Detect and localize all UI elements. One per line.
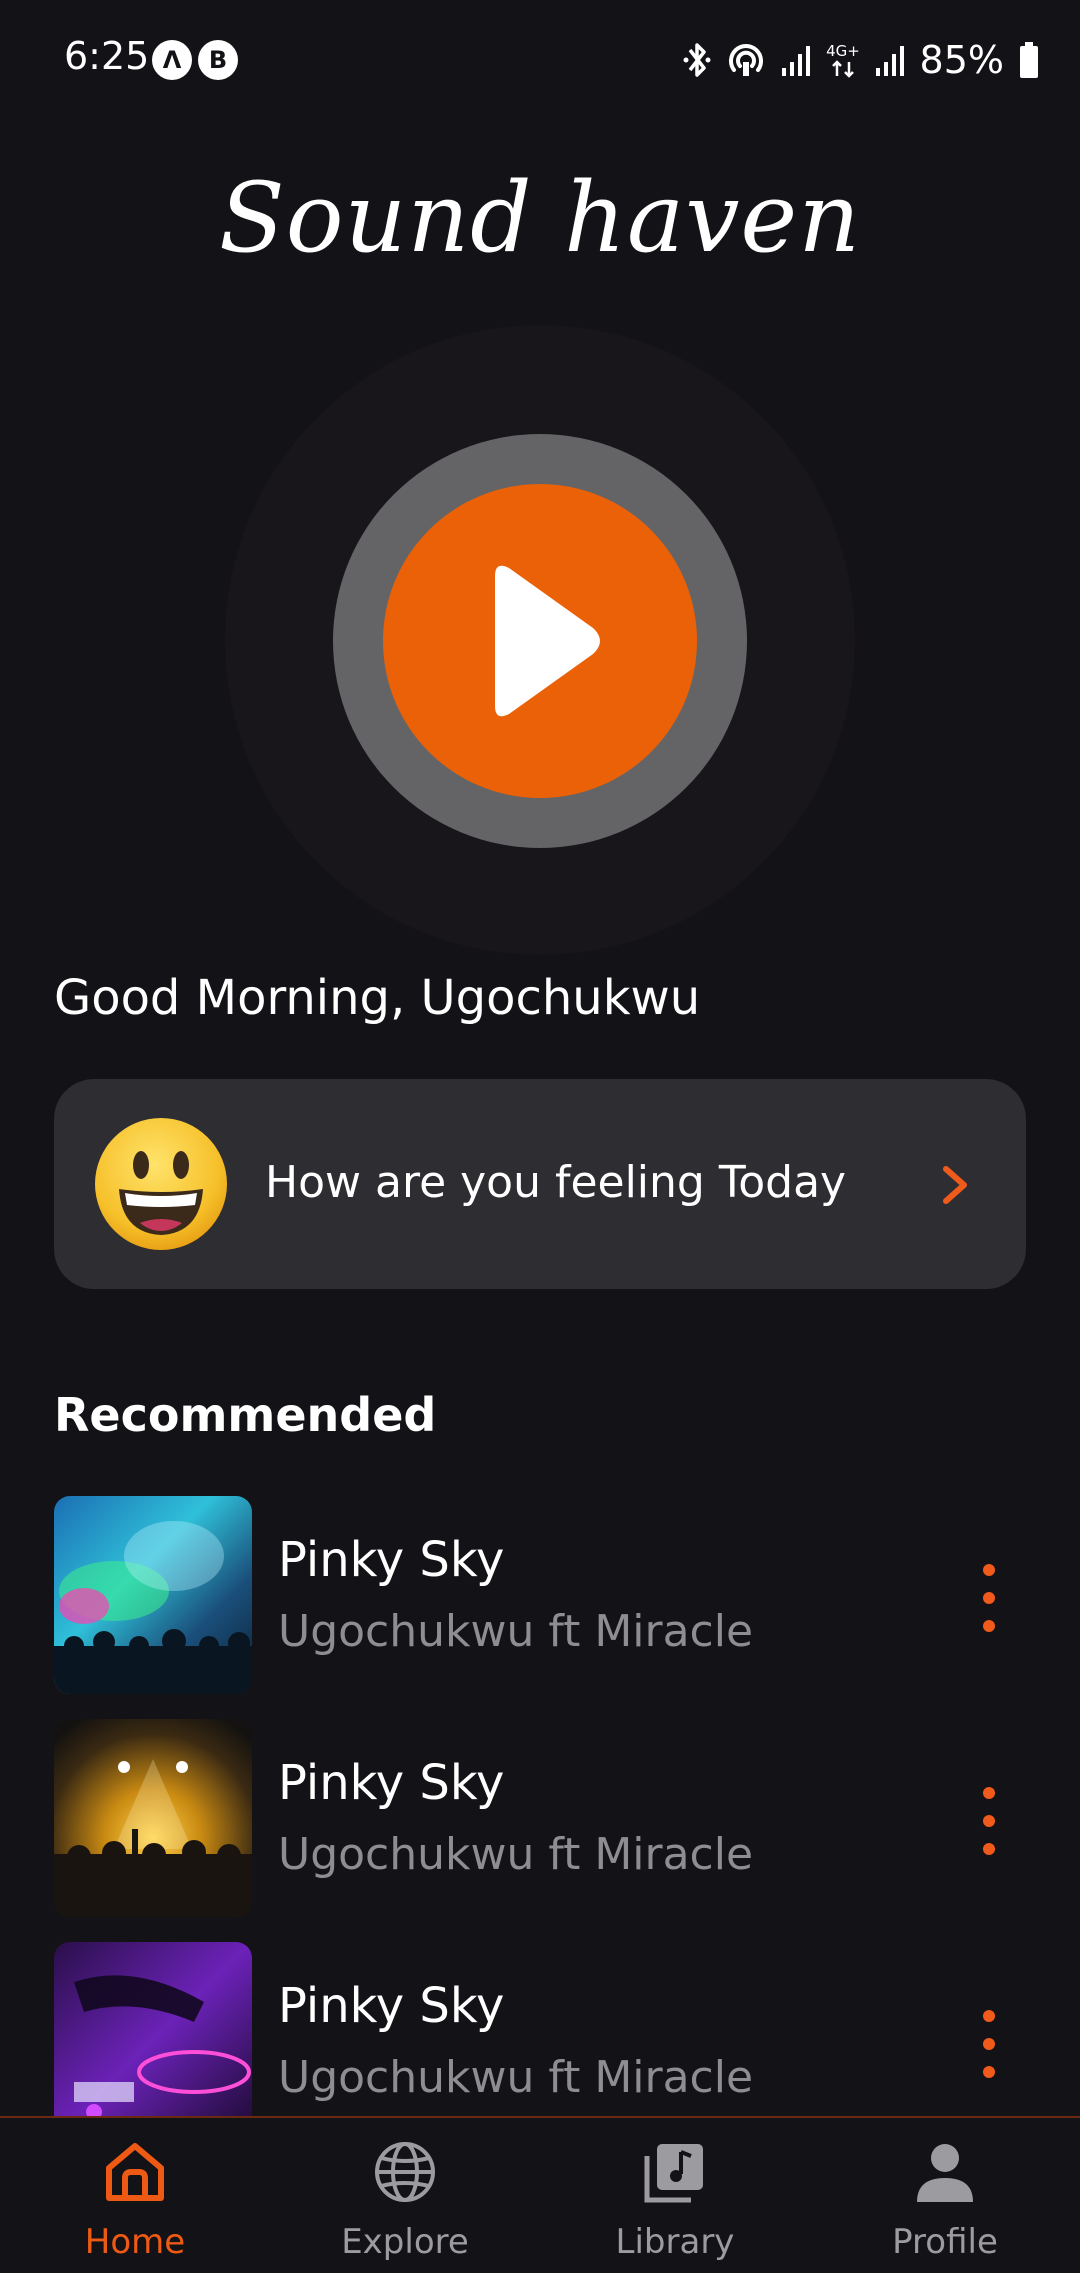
mood-card[interactable]: How are you feeling Today (54, 1079, 1026, 1289)
home-screen: 6:25 Λ B 4G+ 85% Sound haven Good Mornin… (0, 0, 1080, 2273)
battery-icon (1020, 42, 1038, 78)
nav-label: Explore (341, 2222, 469, 2262)
network-type-label: 4G+ (826, 42, 860, 60)
nav-label: Home (84, 2222, 186, 2262)
chevron-right-icon (943, 1166, 967, 1204)
nav-item-explore[interactable]: Explore (270, 2118, 540, 2273)
home-icon (106, 2143, 164, 2201)
signal-icon (781, 46, 810, 76)
nav-item-home[interactable]: Home (0, 2118, 270, 2273)
battery-percent: 85% (919, 38, 1004, 82)
nav-item-profile[interactable]: Profile (810, 2118, 1080, 2273)
nav-label: Library (615, 2222, 735, 2262)
track-cover-image (54, 1496, 252, 1694)
network-4g-icon: 4G+ (826, 42, 860, 78)
nav-item-library[interactable]: Library (540, 2118, 810, 2273)
greeting-text: Good Morning, Ugochukwu (54, 970, 701, 1026)
track-title: Pinky Sky (278, 1755, 505, 1811)
status-icons: 4G+ 85% (682, 30, 1040, 90)
track-artist: Ugochukwu ft Miracle (278, 1829, 754, 1880)
app-title: Sound haven (218, 162, 862, 274)
play-button[interactable] (383, 484, 697, 798)
app-notification-icon: Λ (152, 40, 192, 80)
track-artist: Ugochukwu ft Miracle (278, 1606, 754, 1657)
track-row[interactable]: Pinky Sky Ugochukwu ft Miracle (54, 1942, 1026, 2140)
track-row[interactable]: Pinky Sky Ugochukwu ft Miracle (54, 1719, 1026, 1917)
track-cover-image (54, 1942, 252, 2140)
bottom-navigation: Home Explore Library Profile (0, 2116, 1080, 2273)
status-bar: 6:25 Λ B 4G+ 85% (0, 0, 1080, 120)
track-cover-image (54, 1719, 252, 1917)
track-row[interactable]: Pinky Sky Ugochukwu ft Miracle (54, 1496, 1026, 1694)
person-icon (917, 2144, 973, 2202)
globe-icon (375, 2142, 435, 2202)
hotspot-icon (728, 44, 763, 76)
app-notification-icon: B (198, 40, 238, 80)
play-icon (495, 565, 600, 717)
more-options-icon[interactable] (974, 2006, 1004, 2082)
track-artist: Ugochukwu ft Miracle (278, 2052, 754, 2103)
mood-prompt-text: How are you feeling Today (265, 1157, 847, 1208)
recommended-heading: Recommended (54, 1388, 437, 1442)
status-time: 6:25 (64, 34, 150, 78)
more-options-icon[interactable] (974, 1783, 1004, 1859)
nav-label: Profile (892, 2222, 998, 2262)
music-library-icon (644, 2144, 703, 2203)
track-title: Pinky Sky (278, 1978, 505, 2034)
bluetooth-icon (683, 43, 711, 77)
signal-icon (875, 46, 904, 76)
grinning-face-emoji-icon (95, 1118, 227, 1250)
more-options-icon[interactable] (974, 1560, 1004, 1636)
track-title: Pinky Sky (278, 1532, 505, 1588)
